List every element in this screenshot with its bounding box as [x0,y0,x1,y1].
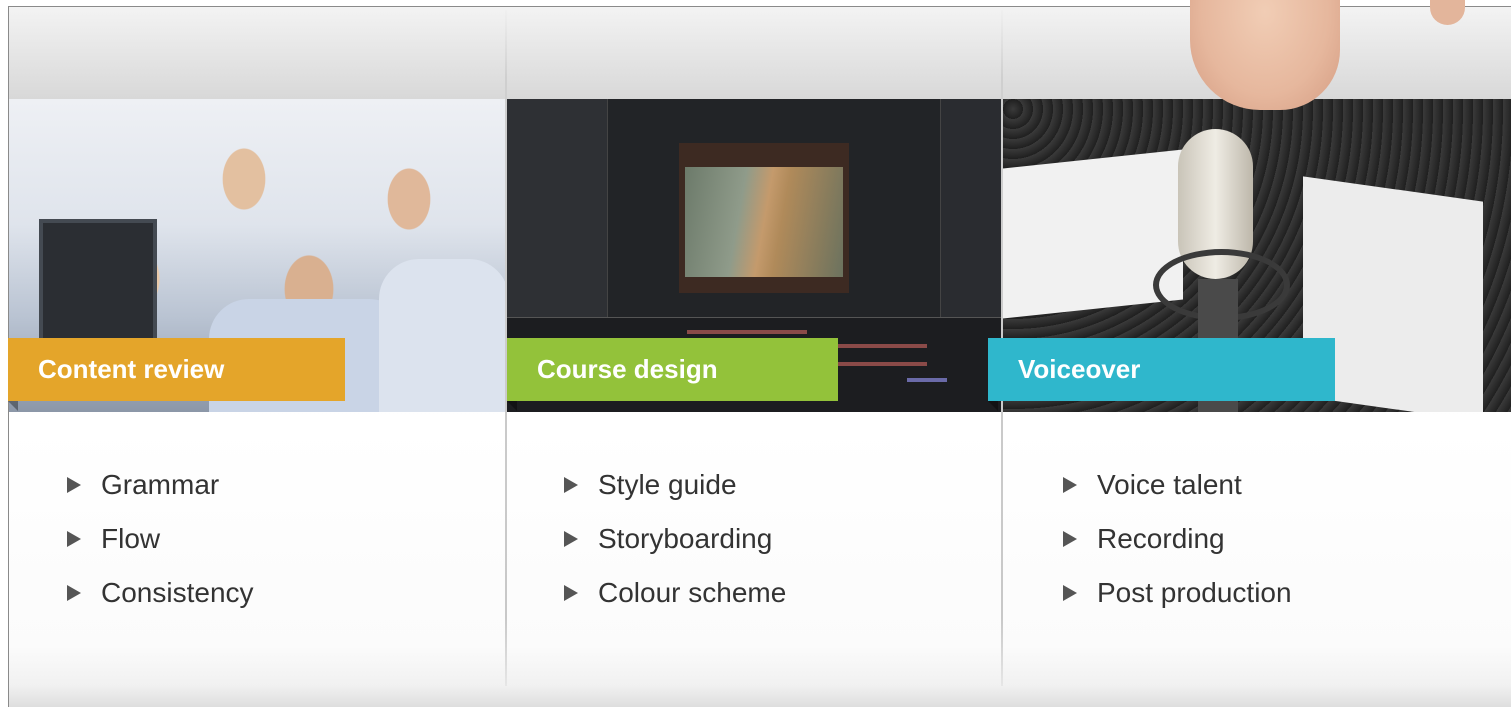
video-frame [685,167,843,277]
list-item-label: Grammar [101,469,220,500]
content-review-list: Grammar Flow Consistency [67,458,254,620]
list-item: Flow [67,512,254,566]
triangle-right-icon [564,531,578,547]
triangle-right-icon [1063,585,1077,601]
triangle-right-icon [564,477,578,493]
list-item: Post production [1063,566,1292,620]
footer-band [9,684,1511,707]
timeline-track [907,378,947,382]
person-shape [379,259,505,412]
list-item: Storyboarding [564,512,786,566]
list-item-label: Consistency [101,577,254,608]
list-item: Colour scheme [564,566,786,620]
course-design-list: Style guide Storyboarding Colour scheme [564,458,786,620]
course-design-label: Course design [507,338,838,411]
triangle-right-icon [67,585,81,601]
voiceover-label: Voiceover [988,338,1335,411]
timeline-track [837,362,927,366]
list-item: Grammar [67,458,254,512]
timeline-track [687,330,807,334]
triangle-right-icon [1063,531,1077,547]
list-item-label: Recording [1097,523,1225,554]
list-item-label: Storyboarding [598,523,773,554]
list-item: Recording [1063,512,1292,566]
triangle-right-icon [1063,477,1077,493]
triangle-right-icon [67,531,81,547]
triangle-right-icon [67,477,81,493]
content-review-label: Content review [8,338,345,411]
list-item-label: Flow [101,523,161,554]
list-item: Consistency [67,566,254,620]
list-item-label: Post production [1097,577,1292,608]
list-item: Style guide [564,458,786,512]
list-item-label: Style guide [598,469,737,500]
voiceover-list: Voice talent Recording Post production [1063,458,1292,620]
video-viewer [679,143,849,293]
list-item-label: Voice talent [1097,469,1242,500]
triangle-right-icon [564,585,578,601]
list-item: Voice talent [1063,458,1292,512]
list-item-label: Colour scheme [598,577,787,608]
